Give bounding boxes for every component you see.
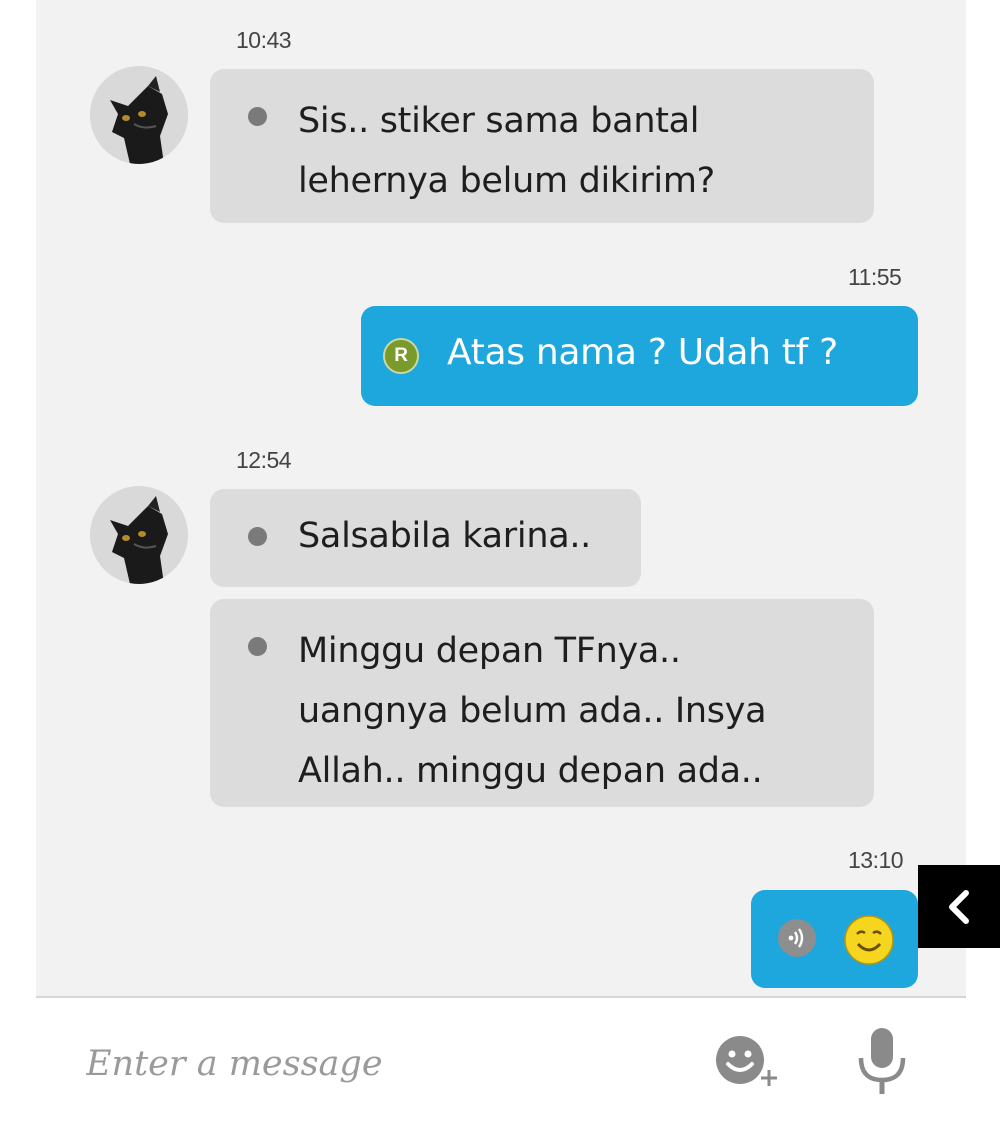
contact-avatar[interactable] — [90, 486, 188, 584]
message-timestamp: 10:43 — [236, 27, 292, 53]
message-timestamp: 11:55 — [848, 264, 902, 290]
message-text: Atas nama ? Udah tf ? — [447, 332, 838, 373]
emoji-add-icon[interactable] — [714, 1034, 780, 1092]
message-text-line: Minggu depan TFnya.. — [298, 631, 681, 671]
bullet-dot-icon — [248, 107, 267, 126]
outgoing-message-bubble[interactable]: R Atas nama ? Udah tf ? — [361, 306, 918, 406]
black-cat-photo — [90, 66, 188, 164]
read-badge-icon: R — [383, 338, 419, 374]
smiling-face-emoji-icon[interactable] — [843, 914, 895, 966]
message-text-line: lehernya belum dikirim? — [298, 161, 715, 201]
message-timestamp: 13:10 — [848, 847, 904, 873]
chevron-left-icon — [949, 890, 969, 924]
message-text-line: Salsabila karina.. — [298, 516, 592, 556]
bullet-dot-icon — [248, 637, 267, 656]
message-timestamp: 12:54 — [236, 447, 292, 473]
incoming-message-bubble[interactable]: Sis.. stiker sama bantal lehernya belum … — [210, 69, 874, 223]
message-text-line: uangnya belum ada.. Insya — [298, 691, 767, 731]
chat-message-list[interactable]: 10:43 Sis.. stiker sama bantal lehernya … — [36, 0, 966, 997]
side-panel-toggle[interactable] — [918, 865, 1000, 948]
incoming-message-bubble[interactable]: Minggu depan TFnya.. uangnya belum ada..… — [210, 599, 874, 807]
outgoing-message-bubble[interactable] — [751, 890, 918, 988]
bullet-dot-icon — [248, 527, 267, 546]
incoming-message-bubble[interactable]: Salsabila karina.. — [210, 489, 641, 587]
microphone-icon[interactable] — [854, 1026, 910, 1098]
message-text-line: Sis.. stiker sama bantal — [298, 101, 700, 141]
message-composer — [36, 998, 966, 1135]
voice-note-icon[interactable] — [777, 918, 817, 958]
message-text-line: Allah.. minggu depan ada.. — [298, 751, 763, 791]
contact-avatar[interactable] — [90, 66, 188, 164]
black-cat-photo — [90, 486, 188, 584]
message-input[interactable] — [86, 1036, 646, 1092]
